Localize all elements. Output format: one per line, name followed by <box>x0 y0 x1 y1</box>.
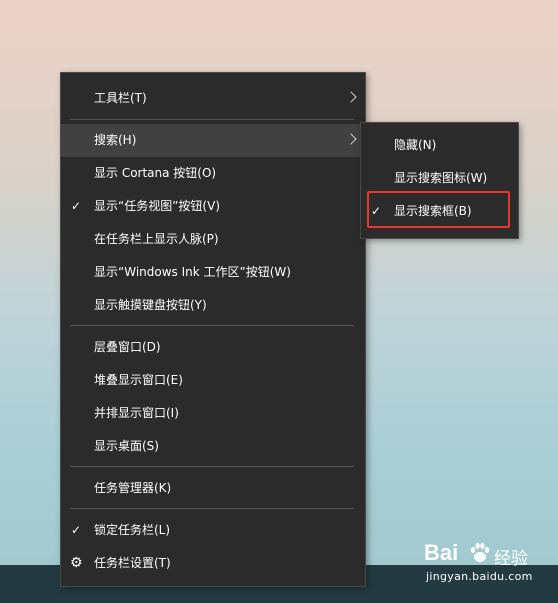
menu-separator <box>70 466 354 467</box>
menu-item-label: 显示 Cortana 按钮(O) <box>94 166 217 180</box>
menu-item-toolbars[interactable]: 工具栏(T) <box>61 82 365 115</box>
menu-item-label: 锁定任务栏(L) <box>94 523 171 537</box>
checkmark-icon: ✓ <box>71 523 82 537</box>
menu-separator <box>70 325 354 326</box>
menu-item-label: 工具栏(T) <box>94 91 147 105</box>
menu-item-label: 搜索(H) <box>94 133 137 147</box>
menu-item-show-desktop[interactable]: 显示桌面(S) <box>61 430 365 463</box>
submenu-item-hidden[interactable]: 隐藏(N) <box>361 129 518 162</box>
menu-item-label: 任务管理器(K) <box>94 481 172 495</box>
gear-icon: ⚙ <box>70 555 83 571</box>
menu-separator <box>70 508 354 509</box>
menu-item-taskbar-settings[interactable]: ⚙ 任务栏设置(T) <box>61 547 365 580</box>
menu-item-show-touch-keyboard[interactable]: 显示触摸键盘按钮(Y) <box>61 289 365 322</box>
watermark: Bai 经验 jingyan.baidu.com <box>424 540 554 596</box>
menu-item-search[interactable]: 搜索(H) <box>61 124 365 157</box>
menu-item-show-people[interactable]: 在任务栏上显示人脉(P) <box>61 223 365 256</box>
taskbar-context-menu: 工具栏(T) 搜索(H) 显示 Cortana 按钮(O) ✓ 显示“任务视图”… <box>60 72 366 587</box>
menu-item-label: 任务栏设置(T) <box>94 556 171 570</box>
menu-item-task-manager[interactable]: 任务管理器(K) <box>61 472 365 505</box>
menu-item-label: 隐藏(N) <box>394 138 437 152</box>
menu-item-label: 显示桌面(S) <box>94 439 159 453</box>
checkmark-icon: ✓ <box>71 199 82 213</box>
menu-item-label: 显示“Windows Ink 工作区”按钮(W) <box>94 265 291 279</box>
annotation-highlight-box <box>367 191 510 228</box>
menu-item-stack-windows[interactable]: 堆叠显示窗口(E) <box>61 364 365 397</box>
menu-item-side-by-side-windows[interactable]: 并排显示窗口(I) <box>61 397 365 430</box>
menu-item-show-task-view[interactable]: ✓ 显示“任务视图”按钮(V) <box>61 190 365 223</box>
chevron-right-icon <box>345 133 357 145</box>
menu-item-label: 堆叠显示窗口(E) <box>94 373 183 387</box>
menu-item-cascade-windows[interactable]: 层叠窗口(D) <box>61 331 365 364</box>
menu-item-show-windows-ink[interactable]: 显示“Windows Ink 工作区”按钮(W) <box>61 256 365 289</box>
watermark-url: jingyan.baidu.com <box>426 570 533 583</box>
watermark-cn-text: 经验 <box>494 549 528 569</box>
menu-item-label: 显示“任务视图”按钮(V) <box>94 199 221 213</box>
menu-item-show-cortana[interactable]: 显示 Cortana 按钮(O) <box>61 157 365 190</box>
chevron-right-icon <box>345 91 357 103</box>
menu-item-label: 层叠窗口(D) <box>94 340 161 354</box>
watermark-logo-text: Bai <box>424 540 459 565</box>
menu-item-lock-taskbar[interactable]: ✓ 锁定任务栏(L) <box>61 514 365 547</box>
menu-item-label: 在任务栏上显示人脉(P) <box>94 232 219 246</box>
menu-separator <box>70 119 354 120</box>
paw-logo-icon <box>470 543 490 562</box>
menu-item-label: 显示触摸键盘按钮(Y) <box>94 298 207 312</box>
menu-item-label: 并排显示窗口(I) <box>94 406 179 420</box>
